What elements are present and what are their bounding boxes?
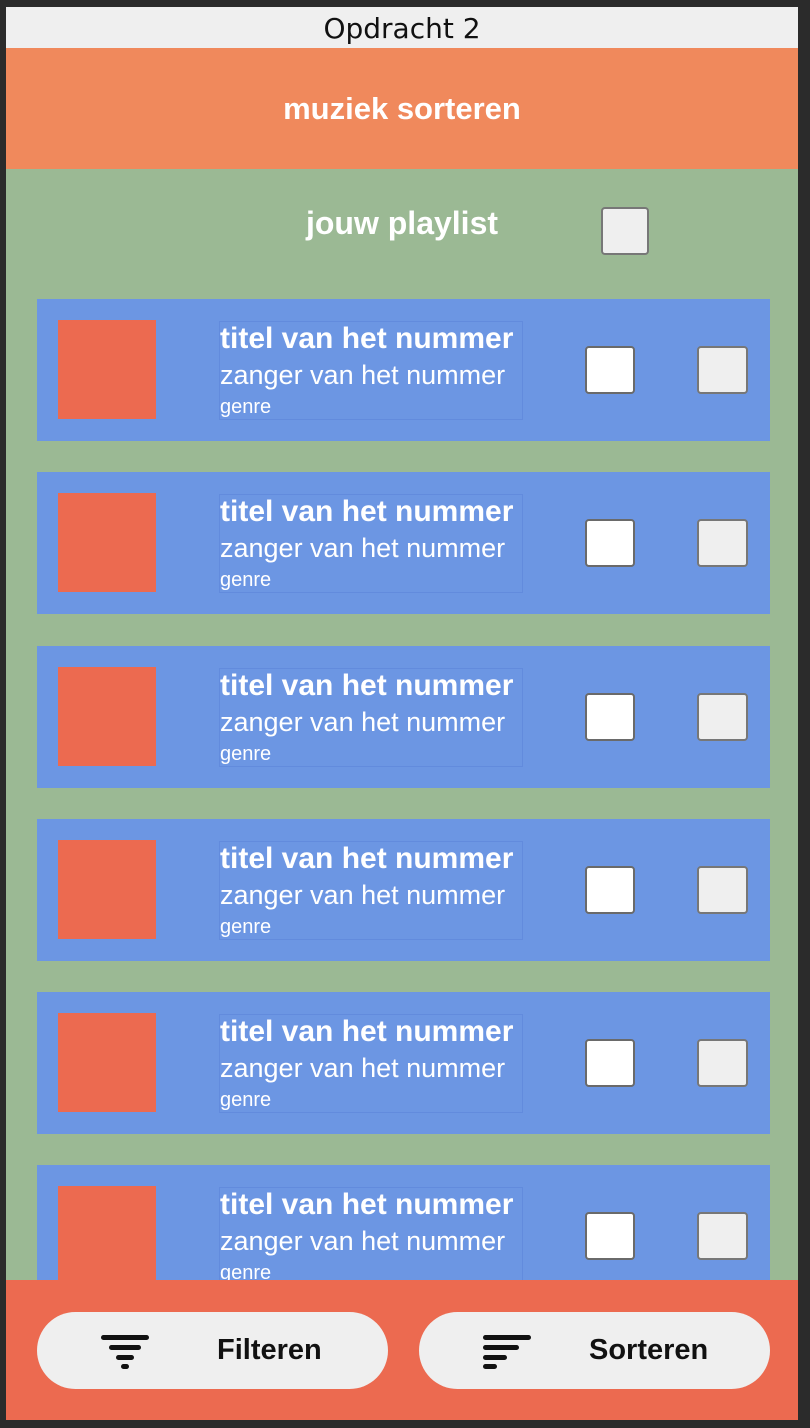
filter-icon xyxy=(101,1335,149,1369)
track-select-checkbox[interactable] xyxy=(585,1212,635,1260)
track-select-checkbox[interactable] xyxy=(585,693,635,741)
track-info: titel van het nummer zanger van het numm… xyxy=(219,1187,523,1286)
track-title: titel van het nummer xyxy=(220,1188,514,1221)
track-genre: genre xyxy=(220,916,272,938)
track-playlist-checkbox[interactable] xyxy=(697,693,748,741)
album-cover xyxy=(58,667,156,766)
track-title: titel van het nummer xyxy=(220,1015,514,1048)
track-title: titel van het nummer xyxy=(220,669,514,702)
track-artist: zanger van het nummer xyxy=(220,707,506,737)
track-card[interactable]: titel van het nummer zanger van het numm… xyxy=(37,472,770,614)
track-select-checkbox[interactable] xyxy=(585,866,635,914)
track-info: titel van het nummer zanger van het numm… xyxy=(219,668,523,767)
track-card[interactable]: titel van het nummer zanger van het numm… xyxy=(37,646,770,788)
page-title: muziek sorteren xyxy=(6,48,798,169)
track-select-checkbox[interactable] xyxy=(585,346,635,394)
album-cover xyxy=(58,493,156,592)
filter-label: Filteren xyxy=(217,1334,322,1366)
track-card[interactable]: titel van het nummer zanger van het numm… xyxy=(37,819,770,961)
window-title: Opdracht 2 xyxy=(6,7,798,48)
sort-label: Sorteren xyxy=(589,1334,709,1366)
track-select-checkbox[interactable] xyxy=(585,519,635,567)
track-artist: zanger van het nummer xyxy=(220,1053,506,1083)
track-select-checkbox[interactable] xyxy=(585,1039,635,1087)
track-title: titel van het nummer xyxy=(220,842,514,875)
bottom-toolbar: Filteren Sorteren xyxy=(6,1280,798,1420)
track-artist: zanger van het nummer xyxy=(220,360,506,390)
track-genre: genre xyxy=(220,743,272,765)
track-playlist-checkbox[interactable] xyxy=(697,519,748,567)
track-card[interactable]: titel van het nummer zanger van het numm… xyxy=(37,299,770,441)
track-title: titel van het nummer xyxy=(220,495,514,528)
track-card[interactable]: titel van het nummer zanger van het numm… xyxy=(37,992,770,1134)
track-playlist-checkbox[interactable] xyxy=(697,866,748,914)
playlist-label: jouw playlist xyxy=(305,205,499,241)
track-playlist-checkbox[interactable] xyxy=(697,346,748,394)
track-info: titel van het nummer zanger van het numm… xyxy=(219,841,523,940)
track-info: titel van het nummer zanger van het numm… xyxy=(219,321,523,420)
sort-icon xyxy=(483,1335,531,1369)
playlist-checkbox[interactable] xyxy=(601,207,649,255)
album-cover xyxy=(58,1013,156,1112)
playlist-header: jouw playlist xyxy=(6,169,798,299)
track-playlist-checkbox[interactable] xyxy=(697,1212,748,1260)
track-artist: zanger van het nummer xyxy=(220,880,506,910)
track-artist: zanger van het nummer xyxy=(220,1226,506,1256)
track-genre: genre xyxy=(220,569,272,591)
filter-button[interactable]: Filteren xyxy=(37,1312,388,1389)
track-genre: genre xyxy=(220,1089,272,1111)
sort-button[interactable]: Sorteren xyxy=(419,1312,770,1389)
track-title: titel van het nummer xyxy=(220,322,514,355)
track-genre: genre xyxy=(220,396,272,418)
app-screen: muziek sorteren jouw playlist titel van … xyxy=(6,48,798,1420)
track-artist: zanger van het nummer xyxy=(220,533,506,563)
track-info: titel van het nummer zanger van het numm… xyxy=(219,494,523,593)
track-info: titel van het nummer zanger van het numm… xyxy=(219,1014,523,1113)
album-cover xyxy=(58,840,156,939)
album-cover xyxy=(58,320,156,419)
album-cover xyxy=(58,1186,156,1285)
track-playlist-checkbox[interactable] xyxy=(697,1039,748,1087)
